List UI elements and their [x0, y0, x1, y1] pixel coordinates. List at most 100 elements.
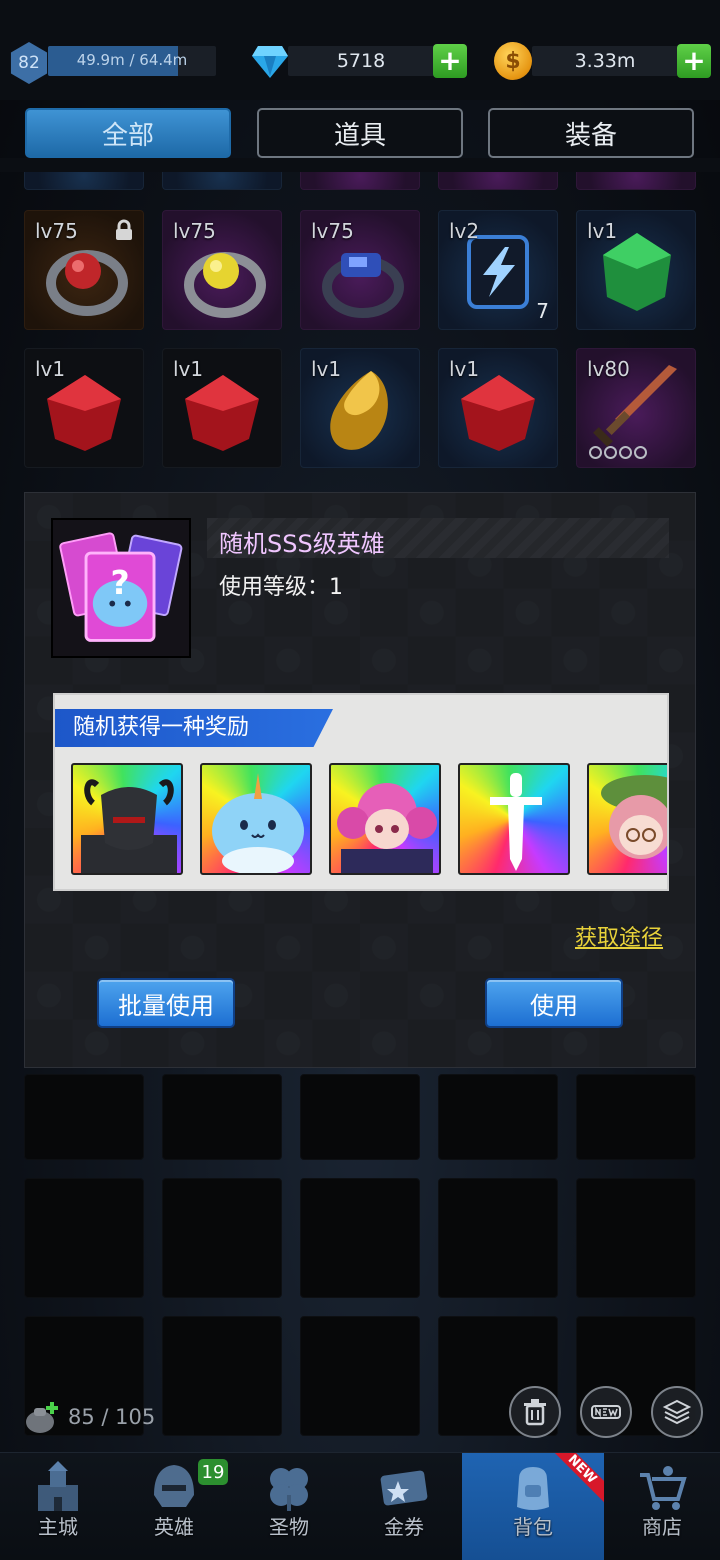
bottom-nav: 主城 英雄 19 圣物 金券 背包 NEW 商店 — [0, 1452, 720, 1560]
inventory-slot-empty[interactable] — [162, 1178, 282, 1298]
nav-label: 商店 — [642, 1515, 682, 1539]
reward-title: 随机获得一种奖励 — [55, 709, 333, 747]
new-ribbon-text: NEW — [552, 1453, 604, 1504]
slot-level: lv1 — [449, 357, 480, 381]
inventory-slot-empty[interactable] — [162, 1074, 282, 1160]
slot-level: lv2 — [449, 219, 480, 243]
nav-label: 主城 — [38, 1515, 78, 1539]
inventory-slot-empty[interactable] — [300, 1316, 420, 1436]
gold-count: 3.33m — [574, 50, 636, 72]
nav-label: 圣物 — [269, 1515, 309, 1539]
inventory-slot[interactable]: lv2 7 — [438, 210, 558, 330]
item-use-level: 使用等级：1 — [219, 575, 343, 600]
reward-card[interactable] — [200, 763, 312, 875]
item-name: 随机SSS级英雄 — [219, 530, 385, 558]
add-gold-button[interactable]: + — [677, 44, 711, 78]
reward-card[interactable] — [71, 763, 183, 875]
batch-use-button[interactable]: 批量使用 — [97, 978, 235, 1028]
nav-backpack[interactable]: 背包 NEW — [462, 1453, 604, 1560]
tab-equipment[interactable]: 装备 — [488, 108, 694, 158]
gold-coin-icon: $ — [494, 42, 532, 80]
inventory-slot[interactable]: lv1 — [300, 348, 420, 468]
inventory-slot[interactable]: lv80 — [576, 348, 696, 468]
inventory-slot-empty[interactable] — [162, 1316, 282, 1436]
inventory-slot-empty[interactable] — [24, 1074, 144, 1160]
slot-level: lv75 — [35, 219, 78, 243]
slot-level: lv1 — [35, 357, 66, 381]
get-route-link[interactable]: 获取途径 — [575, 920, 663, 952]
inventory-slot[interactable]: lv75 — [300, 210, 420, 330]
clover-icon — [270, 1468, 308, 1511]
helmet-icon — [154, 1465, 194, 1507]
gem-count: 5718 — [336, 50, 386, 72]
bag-expand-icon — [26, 1402, 58, 1433]
castle-icon — [38, 1461, 78, 1511]
nav-heroes[interactable]: 英雄 19 — [116, 1453, 232, 1560]
slot-level: lv80 — [587, 357, 630, 381]
top-bar: 82 49.9m / 64.4m 5718 + $ 3.33m + — [0, 0, 720, 100]
xp-bar: 49.9m / 64.4m — [48, 46, 216, 76]
inventory-slot-empty[interactable] — [576, 1074, 696, 1160]
nav-coupons[interactable]: 金券 — [346, 1453, 462, 1560]
bag-capacity-text: 85 / 105 — [68, 1405, 156, 1429]
narwhal-hero-icon — [212, 773, 304, 873]
nav-shop[interactable]: 商店 — [604, 1453, 720, 1560]
heroes-badge: 19 — [198, 1459, 228, 1485]
add-gems-button[interactable]: + — [433, 44, 467, 78]
trash-icon — [524, 1399, 546, 1426]
tab-all[interactable]: 全部 — [25, 108, 231, 158]
reward-card[interactable] — [587, 763, 667, 875]
player-level-badge: 82 — [10, 42, 48, 84]
diamond-icon — [252, 46, 288, 78]
new-ribbon: NEW — [552, 1453, 604, 1505]
cart-icon — [640, 1466, 687, 1510]
inventory-slot-empty[interactable] — [24, 1178, 144, 1298]
reward-card[interactable] — [329, 763, 441, 875]
sword-hero-icon — [490, 773, 542, 871]
layers-icon — [662, 1399, 692, 1425]
inventory-slot[interactable]: lv1 — [24, 348, 144, 468]
reward-card[interactable] — [458, 763, 570, 875]
inventory-slot-empty[interactable] — [300, 1178, 420, 1298]
inventory-slot-empty[interactable] — [438, 1178, 558, 1298]
slot-count: 7 — [536, 299, 549, 323]
inventory-slot[interactable]: lv1 — [438, 348, 558, 468]
pink-girl-hero-icon — [337, 783, 437, 873]
stack-button[interactable] — [651, 1386, 703, 1438]
tab-divider — [0, 158, 720, 172]
use-button[interactable]: 使用 — [485, 978, 623, 1028]
slot-level: lv1 — [173, 357, 204, 381]
inventory-slot-empty[interactable] — [300, 1074, 420, 1160]
new-tag-icon — [591, 1405, 621, 1419]
reward-preview-box: 随机获得一种奖励 — [53, 693, 669, 891]
slot-level: lv75 — [311, 219, 354, 243]
tab-items[interactable]: 道具 — [257, 108, 463, 158]
inventory-slot-empty[interactable] — [576, 1178, 696, 1298]
elf-girl-hero-icon — [601, 775, 667, 859]
dark-knight-hero-icon — [81, 779, 177, 873]
nav-label: 金券 — [384, 1515, 424, 1539]
inventory-slot[interactable]: lv75 — [24, 210, 144, 330]
gold-counter: 3.33m — [532, 46, 678, 76]
star-slots — [589, 446, 647, 459]
delete-button[interactable] — [509, 1386, 561, 1438]
slot-level: lv75 — [173, 219, 216, 243]
bag-capacity: 85 / 105 — [24, 1400, 155, 1434]
svg-text:?: ? — [110, 563, 129, 602]
inventory-slot[interactable]: lv1 — [162, 348, 282, 468]
inventory-slot[interactable]: lv75 — [162, 210, 282, 330]
item-icon: ? — [51, 518, 191, 658]
inventory-slot-empty[interactable] — [438, 1074, 558, 1160]
slot-level: lv1 — [587, 219, 618, 243]
nav-label: 英雄 — [154, 1515, 194, 1539]
nav-main-city[interactable]: 主城 — [0, 1453, 116, 1560]
mystery-hero-card-icon: ? — [53, 520, 189, 656]
ticket-icon — [380, 1470, 428, 1506]
gem-counter: 5718 — [288, 46, 434, 76]
xp-text: 49.9m / 64.4m — [76, 51, 188, 69]
nav-label: 背包 — [513, 1515, 553, 1539]
nav-relics[interactable]: 圣物 — [232, 1453, 346, 1560]
sort-new-button[interactable] — [580, 1386, 632, 1438]
inventory-slot[interactable]: lv1 — [576, 210, 696, 330]
lock-icon — [116, 219, 132, 240]
